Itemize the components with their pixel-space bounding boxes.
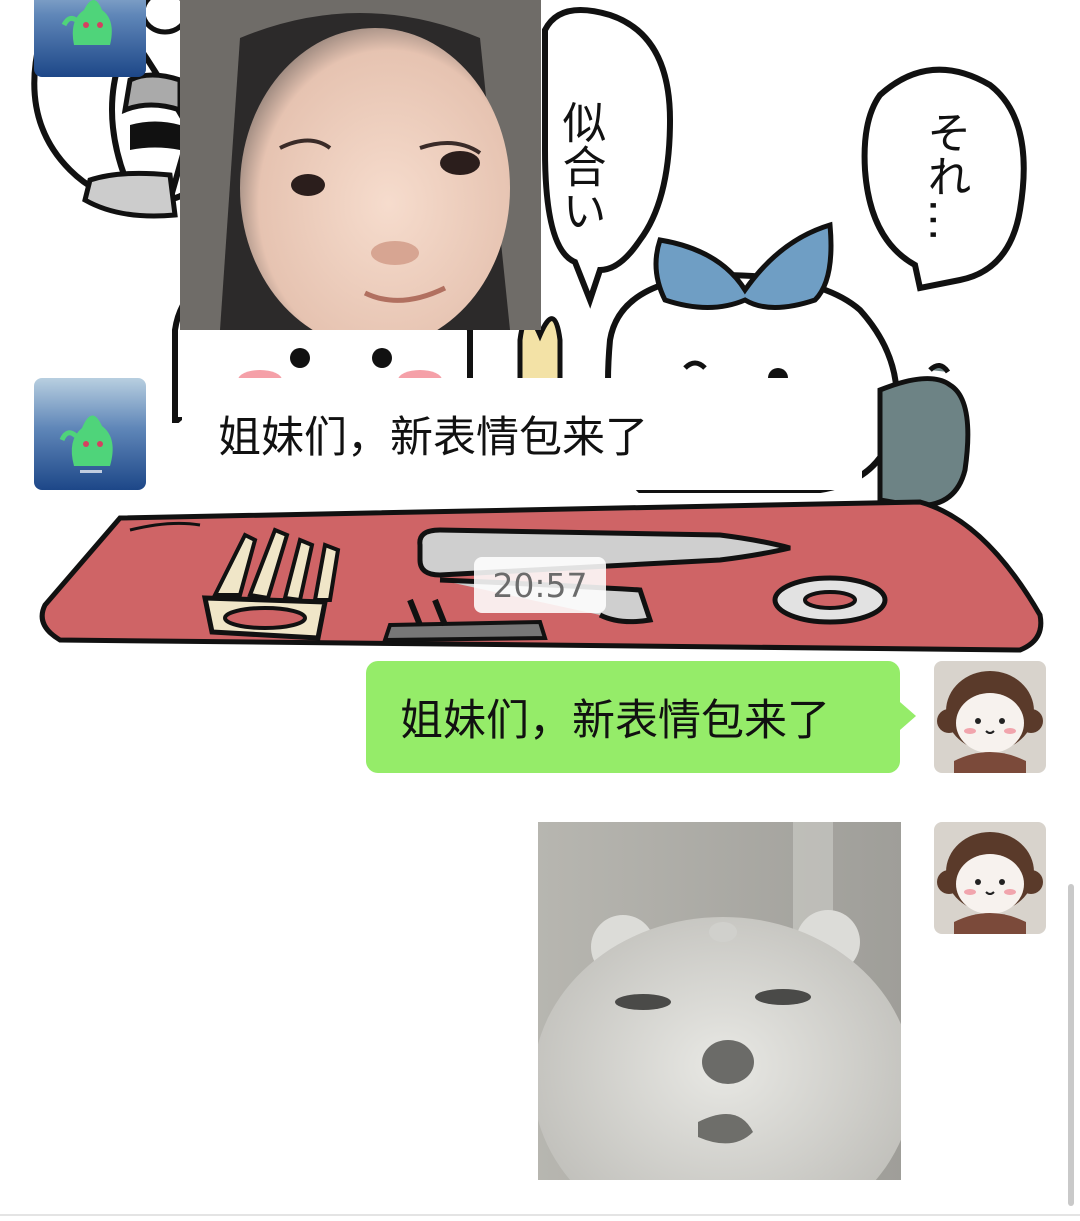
outgoing-message-bubble[interactable]: 姐妹们，新表情包来了 — [366, 661, 900, 773]
sender-avatar[interactable] — [34, 378, 146, 490]
incoming-message-bubble[interactable]: 姐妹们，新表情包来了 — [182, 378, 862, 490]
green-mascot-avatar-icon — [34, 0, 146, 77]
message-timestamp: 20:57 — [474, 557, 606, 613]
speech-bubble-text-left: 似合い — [555, 100, 607, 232]
green-mascot-avatar-icon — [34, 378, 146, 490]
sender-avatar[interactable] — [34, 0, 146, 77]
my-avatar[interactable] — [934, 661, 1046, 773]
plush-doll-avatar-icon — [934, 661, 1046, 773]
blurry-bear-sticker-image — [538, 822, 901, 1180]
chat-scrollbar[interactable] — [1068, 884, 1074, 1206]
bubble-tail — [166, 420, 182, 448]
speech-bubble-text-right: それ… — [920, 110, 971, 242]
message-text: 姐妹们，新表情包来了 — [218, 413, 648, 463]
my-avatar[interactable] — [934, 822, 1046, 934]
plush-doll-avatar-icon — [934, 822, 1046, 934]
bubble-tail — [900, 702, 916, 730]
input-divider — [0, 1214, 1080, 1216]
message-text: 姐妹们，新表情包来了 — [400, 696, 830, 746]
child-face-sticker-image — [180, 0, 541, 330]
blurry-bear-sticker[interactable] — [538, 822, 901, 1180]
child-face-sticker[interactable] — [180, 0, 541, 330]
